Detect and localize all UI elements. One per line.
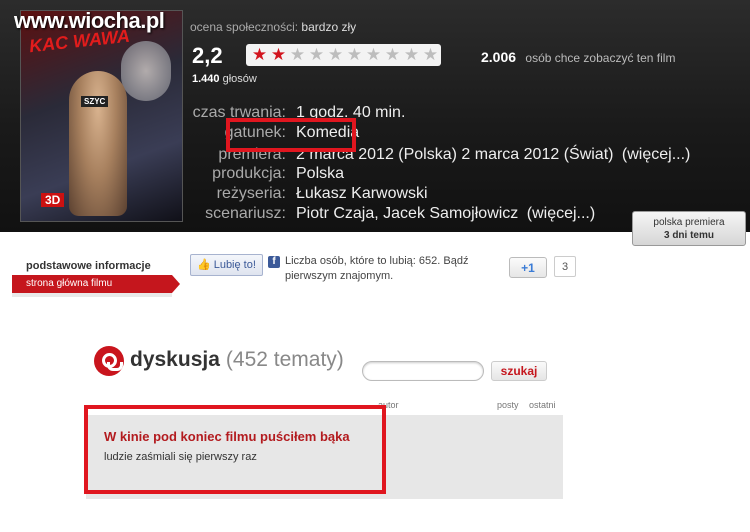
want-count: 2.006: [481, 49, 517, 65]
votes-number: 1.440: [192, 73, 220, 85]
star-icon[interactable]: ★: [250, 46, 269, 64]
column-header-posts[interactable]: posty: [497, 400, 519, 410]
rating-label: ocena społeczności: bardzo zły: [190, 20, 356, 34]
movie-poster[interactable]: KAC WAWA SZYC 3D: [20, 10, 183, 222]
detail-key: produkcja:: [212, 165, 286, 182]
tab-film-main-page[interactable]: strona główna filmu: [12, 275, 180, 293]
google-plus-button[interactable]: +1: [509, 257, 547, 278]
detail-key: scenariusz:: [205, 205, 286, 222]
rating-label-text: ocena społeczności:: [190, 20, 299, 34]
star-icon[interactable]: ★: [345, 46, 364, 64]
star-icon[interactable]: ★: [269, 46, 288, 64]
like-count-text: Liczba osób, które to lubią: 652. Bądź p…: [285, 255, 469, 282]
star-rating[interactable]: ★ ★ ★ ★ ★ ★ ★ ★ ★ ★: [246, 44, 441, 66]
want-label: osób chce zobaczyć ten film: [525, 51, 676, 65]
star-icon[interactable]: ★: [421, 46, 440, 64]
search-button[interactable]: szukaj: [491, 361, 547, 381]
detail-key: reżyseria:: [216, 185, 286, 202]
rating-score: 2,2: [192, 43, 223, 68]
detail-writer: scenariusz: Piotr Czaja, Jacek Samojłowi…: [196, 205, 595, 222]
votes-label: głosów: [222, 73, 257, 85]
premiere-badge: polska premiera 3 dni temu: [632, 211, 746, 246]
movie-header: KAC WAWA SZYC 3D ocena społeczności: bar…: [0, 0, 750, 232]
production-link[interactable]: Polska: [296, 166, 344, 182]
star-icon[interactable]: ★: [364, 46, 383, 64]
discussion-icon: [94, 346, 124, 376]
facebook-icon: f: [268, 256, 280, 268]
poster-figure: [69, 71, 127, 216]
thumbs-up-icon: 👍: [197, 259, 211, 271]
facebook-like-button[interactable]: 👍 Lubię to!: [190, 254, 263, 276]
detail-production: produkcja: Polska: [196, 166, 496, 182]
premiere-badge-line1: polska premiera: [653, 217, 725, 228]
detail-writer-value: Piotr Czaja, Jacek Samojłowicz (więcej..…: [296, 206, 595, 222]
tab-divider: [12, 293, 172, 297]
star-icon[interactable]: ★: [326, 46, 345, 64]
star-icon[interactable]: ★: [288, 46, 307, 64]
rating-value-text: bardzo zły: [301, 20, 357, 34]
detail-director: reżyseria: Łukasz Karwowski: [196, 186, 496, 202]
star-icon[interactable]: ★: [307, 46, 326, 64]
tab-basic-info[interactable]: podstawowe informacje: [26, 260, 151, 272]
column-header-last[interactable]: ostatni: [529, 400, 556, 410]
discussion-count: (452 tematy): [225, 348, 344, 371]
discussion-word: dyskusja: [130, 348, 220, 371]
google-plus-count: 3: [554, 256, 576, 277]
poster-figure: [121, 41, 171, 101]
site-watermark: www.wiocha.pl: [14, 8, 165, 33]
like-label: Lubię to!: [213, 259, 256, 271]
poster-label: 3D: [41, 193, 65, 207]
discussion-title: dyskusja (452 tematy): [130, 348, 344, 372]
star-icon[interactable]: ★: [383, 46, 402, 64]
poster-label: SZYC: [81, 96, 109, 107]
premiere-more-link[interactable]: (więcej...): [622, 146, 690, 163]
want-to-see: 2.006 osób chce zobaczyć ten film: [481, 49, 675, 65]
writer-more-link[interactable]: (więcej...): [527, 205, 595, 222]
highlight-box: [84, 405, 386, 494]
premiere-badge-line2: 3 dni temu: [663, 230, 714, 241]
highlight-box: [226, 118, 356, 152]
director-link[interactable]: Łukasz Karwowski: [296, 186, 428, 202]
star-icon[interactable]: ★: [402, 46, 421, 64]
votes-count: 1.440 głosów: [192, 73, 257, 85]
writer-link[interactable]: Piotr Czaja, Jacek Samojłowicz: [296, 205, 518, 222]
search-input[interactable]: [362, 361, 484, 381]
